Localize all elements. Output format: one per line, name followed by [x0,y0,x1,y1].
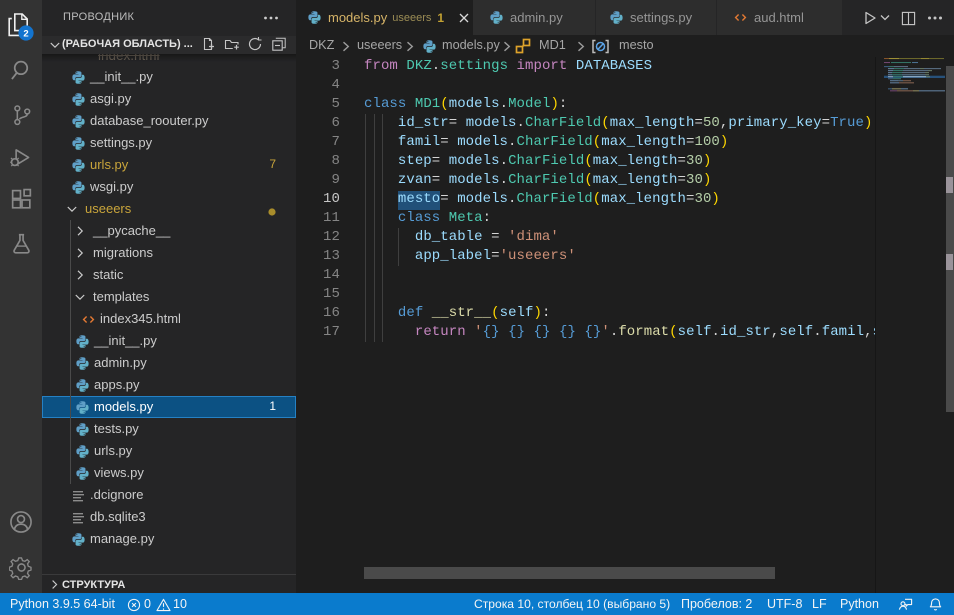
svg-text:2: 2 [23,28,28,39]
